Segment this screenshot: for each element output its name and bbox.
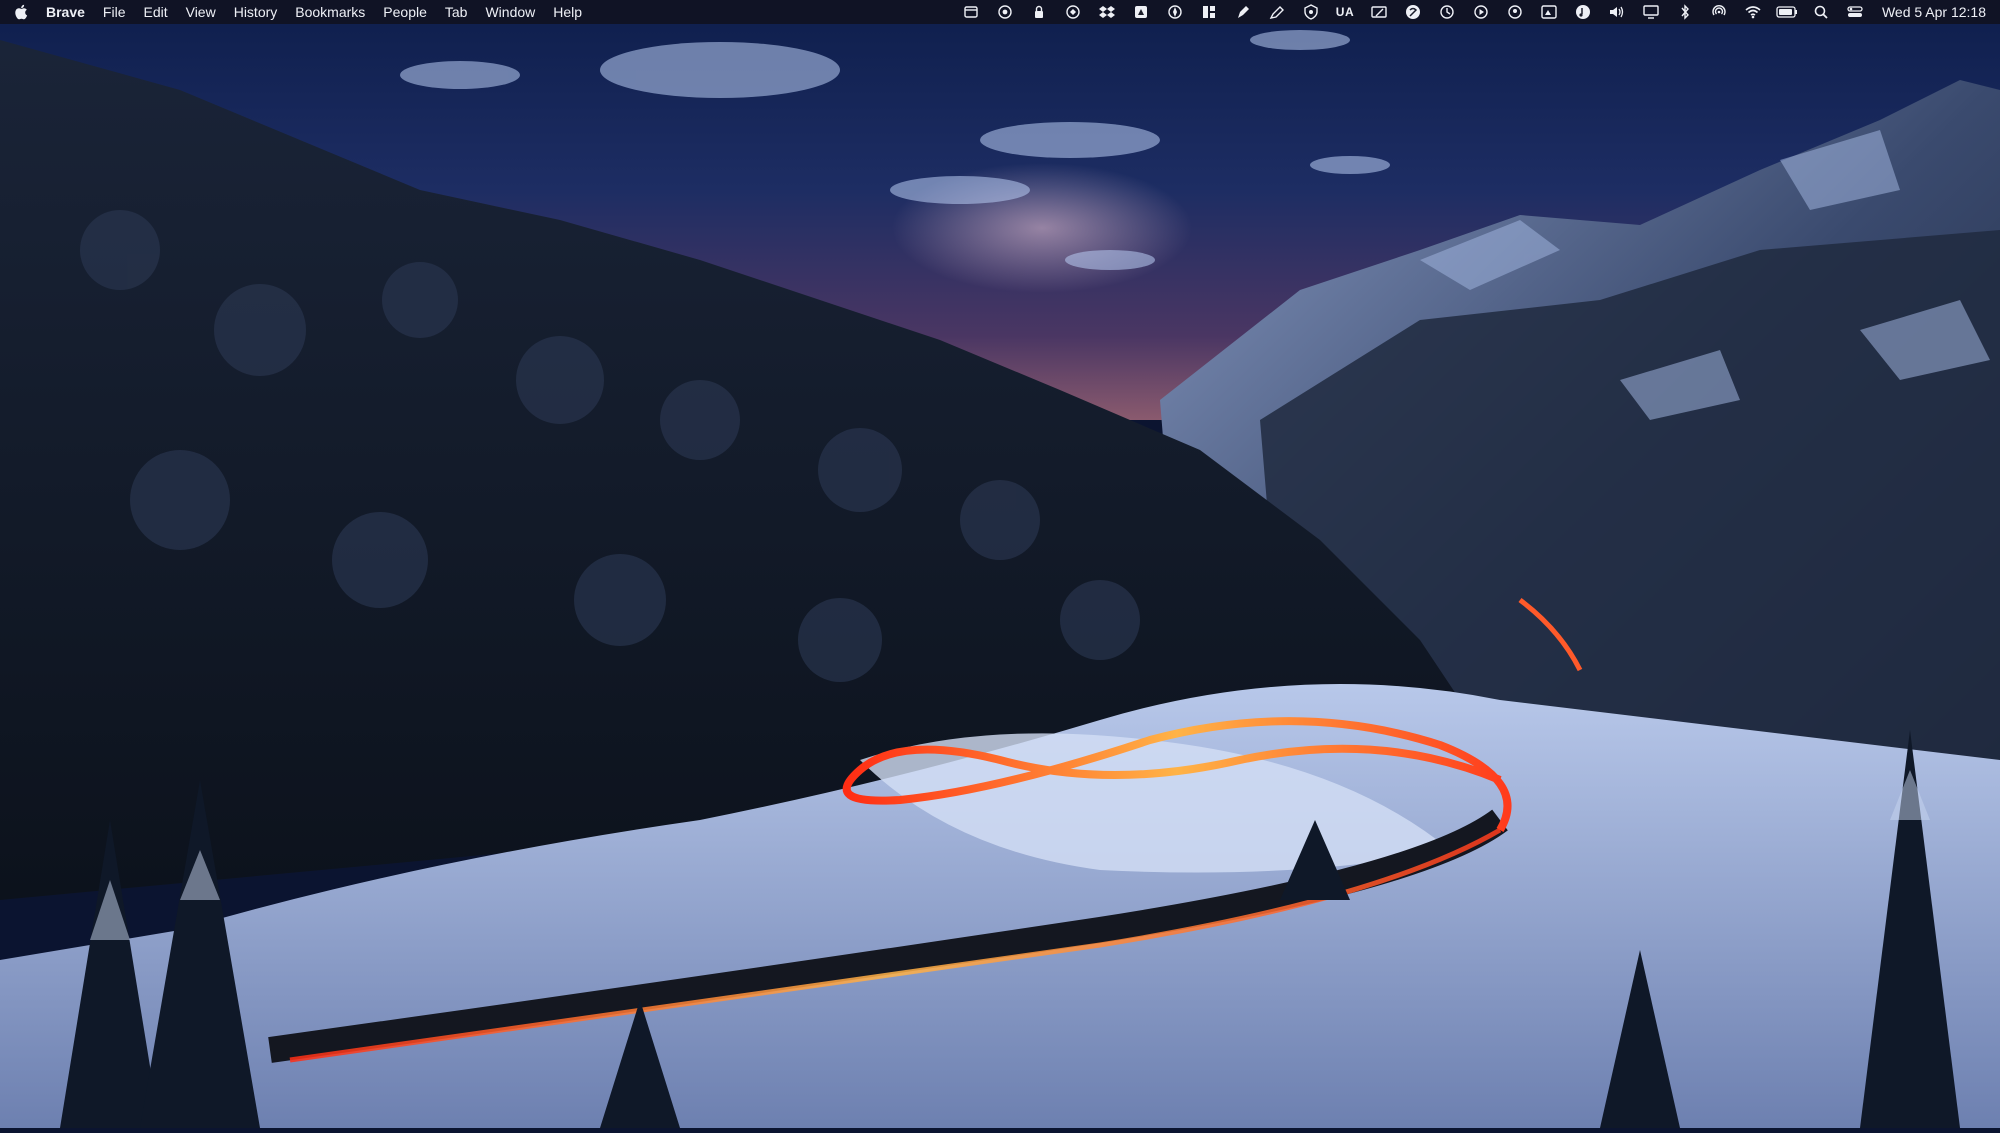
menu-help[interactable]: Help bbox=[544, 0, 591, 24]
drive-icon[interactable] bbox=[1124, 0, 1158, 24]
input-source-indicator[interactable]: UA bbox=[1328, 0, 1362, 24]
desktop-wallpaper bbox=[0, 0, 2000, 1128]
menu-bar: Brave File Edit View History Bookmarks P… bbox=[0, 0, 2000, 24]
apple-logo-icon[interactable] bbox=[0, 4, 42, 20]
play-icon[interactable] bbox=[1464, 0, 1498, 24]
eye-icon[interactable] bbox=[988, 0, 1022, 24]
menu-view[interactable]: View bbox=[177, 0, 225, 24]
shield-icon[interactable] bbox=[1294, 0, 1328, 24]
logo-circle-icon[interactable] bbox=[1396, 0, 1430, 24]
screen-capture-icon[interactable] bbox=[1532, 0, 1566, 24]
menu-people[interactable]: People bbox=[374, 0, 436, 24]
display-icon[interactable] bbox=[1634, 0, 1668, 24]
control-center-icon[interactable] bbox=[1838, 0, 1872, 24]
menu-tab[interactable]: Tab bbox=[436, 0, 477, 24]
wallpaper-image bbox=[0, 0, 2000, 1128]
calendar-icon[interactable] bbox=[954, 0, 988, 24]
pen-nib-icon[interactable] bbox=[1226, 0, 1260, 24]
music-icon[interactable] bbox=[1566, 0, 1600, 24]
battery-icon[interactable] bbox=[1770, 0, 1804, 24]
user-circle-icon[interactable] bbox=[1498, 0, 1532, 24]
sync-icon[interactable] bbox=[1056, 0, 1090, 24]
wifi-icon[interactable] bbox=[1736, 0, 1770, 24]
airdrop-icon[interactable] bbox=[1702, 0, 1736, 24]
menu-clock[interactable]: Wed 5 Apr 12:18 bbox=[1872, 4, 1992, 20]
spotlight-search-icon[interactable] bbox=[1804, 0, 1838, 24]
menu-app-name[interactable]: Brave bbox=[42, 0, 94, 24]
menu-file[interactable]: File bbox=[94, 0, 135, 24]
grid-icon[interactable] bbox=[1192, 0, 1226, 24]
compass-icon[interactable] bbox=[1158, 0, 1192, 24]
volume-icon[interactable] bbox=[1600, 0, 1634, 24]
menu-bookmarks[interactable]: Bookmarks bbox=[286, 0, 374, 24]
menu-edit[interactable]: Edit bbox=[134, 0, 176, 24]
menu-history[interactable]: History bbox=[225, 0, 287, 24]
note-icon[interactable] bbox=[1362, 0, 1396, 24]
bluetooth-icon[interactable] bbox=[1668, 0, 1702, 24]
lock-icon[interactable] bbox=[1022, 0, 1056, 24]
dropbox-icon[interactable] bbox=[1090, 0, 1124, 24]
status-area: UA Wed 5 Apr 12:18 bbox=[954, 0, 1992, 24]
marker-icon[interactable] bbox=[1260, 0, 1294, 24]
time-machine-icon[interactable] bbox=[1430, 0, 1464, 24]
menu-window[interactable]: Window bbox=[476, 0, 544, 24]
